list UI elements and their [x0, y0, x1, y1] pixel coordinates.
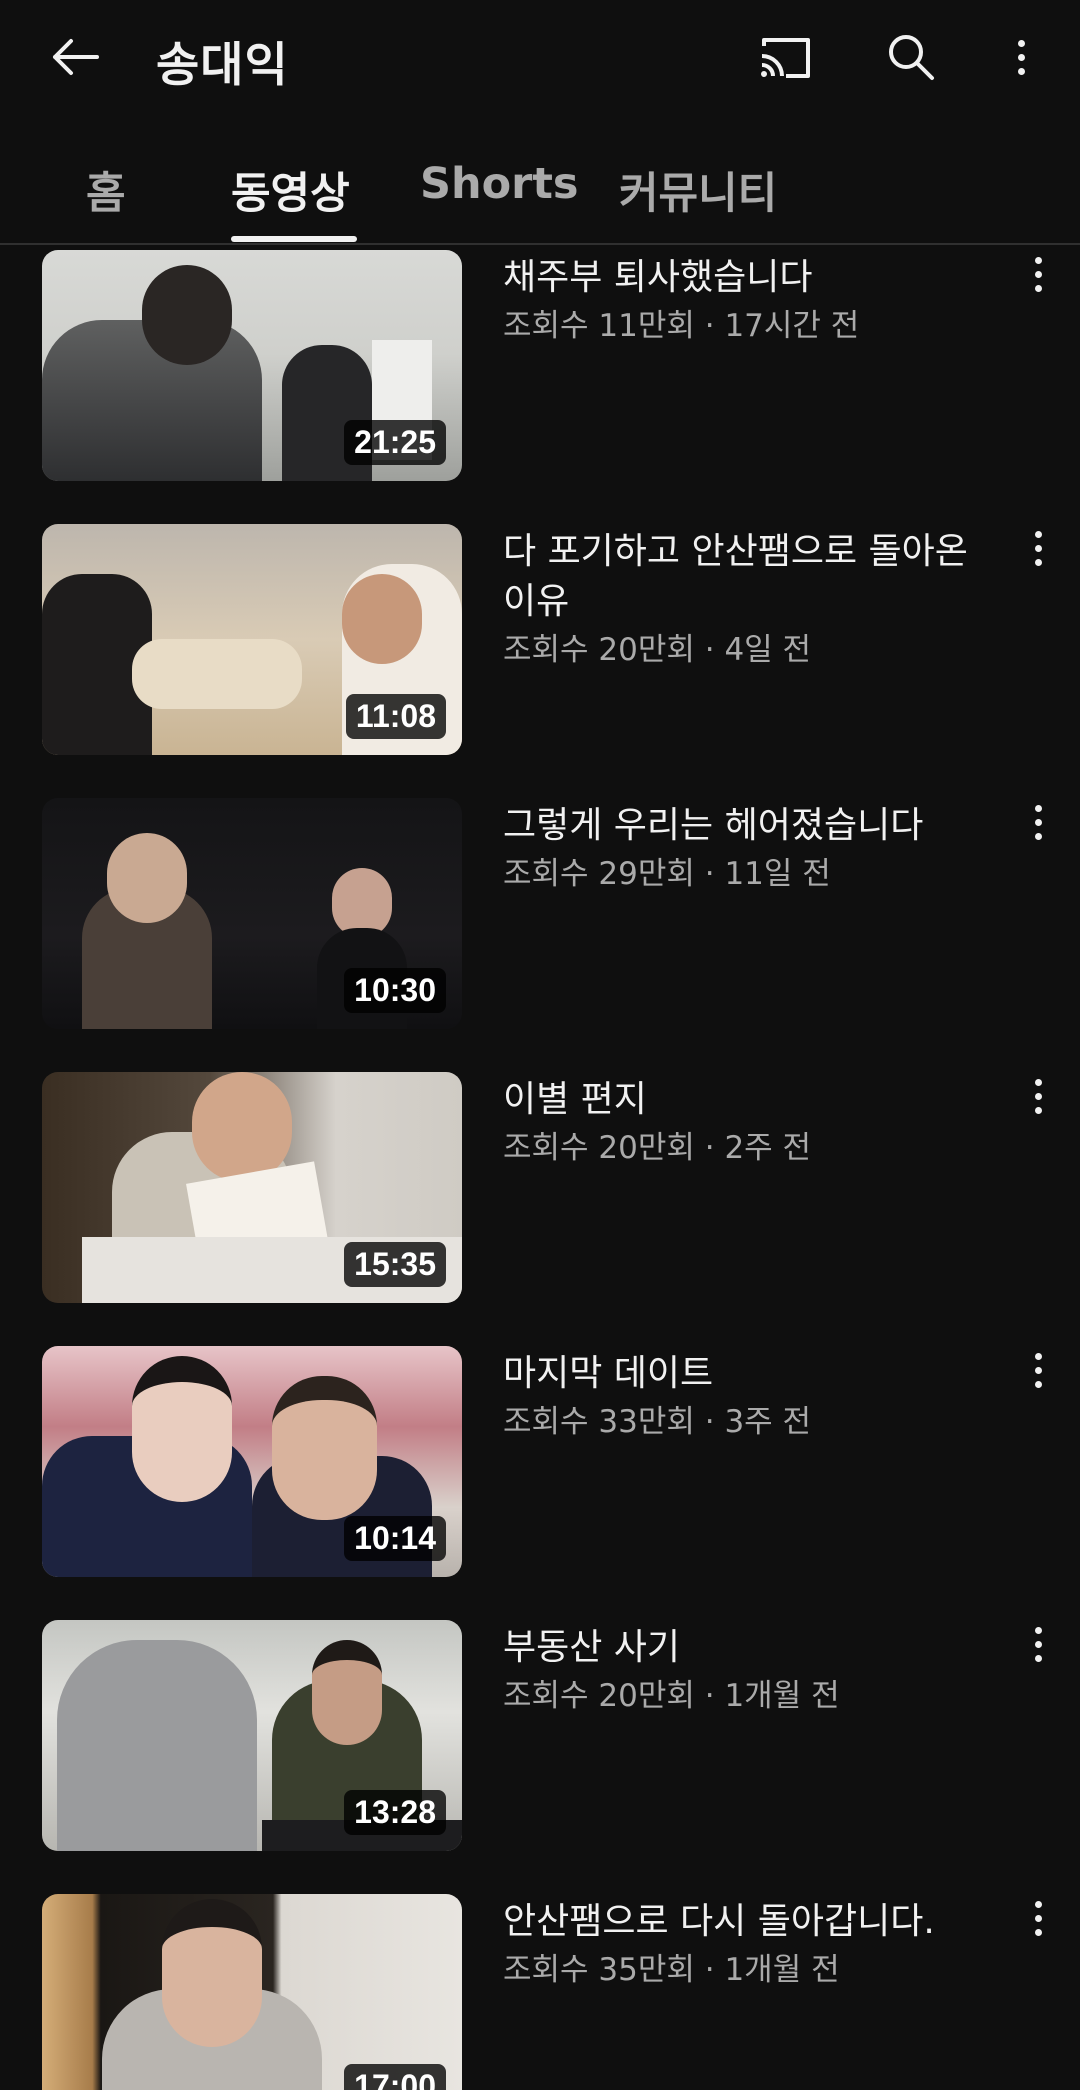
video-thumbnail[interactable]: 10:14: [42, 1346, 462, 1577]
video-thumbnail[interactable]: 15:35: [42, 1072, 462, 1303]
list-item[interactable]: 17:00 안산팸으로 다시 돌아갑니다. 조회수 35만회 · 1개월 전: [0, 1889, 1080, 2090]
channel-title: 송대익: [156, 38, 289, 93]
video-menu-button[interactable]: [1020, 525, 1056, 571]
list-item[interactable]: 21:25 채주부 퇴사했습니다 조회수 11만회 · 17시간 전: [0, 245, 1080, 519]
search-button[interactable]: [876, 22, 946, 92]
thumbnail-figure: [132, 1356, 232, 1502]
cast-button[interactable]: [750, 22, 820, 92]
tab-home[interactable]: 홈: [86, 159, 126, 229]
video-title[interactable]: 그렇게 우리는 헤어졌습니다: [503, 801, 993, 851]
video-meta: 조회수 35만회 · 1개월 전: [503, 1952, 840, 1988]
video-title[interactable]: 채주부 퇴사했습니다: [503, 253, 993, 303]
video-duration: 13:28: [344, 1790, 446, 1835]
video-list: 21:25 채주부 퇴사했습니다 조회수 11만회 · 17시간 전 11:08…: [0, 245, 1080, 2090]
video-meta: 조회수 11만회 · 17시간 전: [503, 308, 860, 344]
video-menu-button[interactable]: [1020, 1073, 1056, 1119]
more-vert-icon: [1034, 804, 1042, 840]
video-meta: 조회수 20만회 · 1개월 전: [503, 1678, 840, 1714]
more-vert-icon: [1034, 256, 1042, 292]
cast-icon: [761, 38, 810, 78]
channel-tabs: 홈 동영상 Shorts 커뮤니티: [0, 115, 1080, 243]
more-vert-icon: [1034, 530, 1042, 566]
tab-shorts[interactable]: Shorts: [420, 159, 578, 229]
list-item[interactable]: 10:30 그렇게 우리는 헤어졌습니다 조회수 29만회 · 11일 전: [0, 793, 1080, 1067]
thumbnail-figure: [312, 1640, 382, 1745]
video-duration: 15:35: [344, 1242, 446, 1287]
more-vert-icon: [1017, 39, 1025, 75]
list-item[interactable]: 15:35 이별 편지 조회수 20만회 · 2주 전: [0, 1067, 1080, 1341]
arrow-left-icon: [53, 39, 99, 75]
video-thumbnail[interactable]: 11:08: [42, 524, 462, 755]
search-icon: [889, 35, 934, 80]
video-menu-button[interactable]: [1020, 251, 1056, 297]
more-options-button[interactable]: [986, 22, 1056, 92]
more-vert-icon: [1034, 1078, 1042, 1114]
video-menu-button[interactable]: [1020, 1895, 1056, 1941]
thumbnail-figure: [107, 833, 187, 923]
thumbnail-figure: [192, 1072, 292, 1182]
thumbnail-object: [132, 639, 302, 709]
video-duration: 21:25: [344, 420, 446, 465]
video-menu-button[interactable]: [1020, 1621, 1056, 1667]
top-app-bar: 송대익: [0, 0, 1080, 115]
tab-videos[interactable]: 동영상: [231, 159, 350, 229]
video-duration: 10:14: [344, 1516, 446, 1561]
video-menu-button[interactable]: [1020, 1347, 1056, 1393]
video-duration: 11:08: [345, 694, 446, 739]
thumbnail-figure: [342, 574, 422, 664]
tab-community[interactable]: 커뮤니티: [619, 159, 777, 229]
video-thumbnail[interactable]: 21:25: [42, 250, 462, 481]
thumbnail-figure: [57, 1640, 257, 1851]
video-thumbnail[interactable]: 13:28: [42, 1620, 462, 1851]
video-title[interactable]: 안산팸으로 다시 돌아갑니다.: [503, 1897, 993, 1947]
list-item[interactable]: 11:08 다 포기하고 안산팸으로 돌아온 이유 조회수 20만회 · 4일 …: [0, 519, 1080, 793]
thumbnail-figure: [272, 1376, 377, 1520]
list-item[interactable]: 13:28 부동산 사기 조회수 20만회 · 1개월 전: [0, 1615, 1080, 1889]
video-meta: 조회수 20만회 · 2주 전: [503, 1130, 812, 1166]
more-vert-icon: [1034, 1352, 1042, 1388]
video-duration: 17:00: [344, 2064, 446, 2090]
video-meta: 조회수 29만회 · 11일 전: [503, 856, 831, 892]
video-thumbnail[interactable]: 17:00: [42, 1894, 462, 2090]
video-duration: 10:30: [344, 968, 446, 1013]
more-vert-icon: [1034, 1900, 1042, 1936]
active-tab-indicator: [231, 236, 357, 242]
video-title[interactable]: 마지막 데이트: [503, 1349, 993, 1399]
video-menu-button[interactable]: [1020, 799, 1056, 845]
video-title[interactable]: 이별 편지: [503, 1075, 993, 1125]
back-button[interactable]: [40, 22, 110, 92]
video-thumbnail[interactable]: 10:30: [42, 798, 462, 1029]
list-item[interactable]: 10:14 마지막 데이트 조회수 33만회 · 3주 전: [0, 1341, 1080, 1615]
video-title[interactable]: 부동산 사기: [503, 1623, 993, 1673]
thumbnail-figure: [142, 265, 232, 365]
video-title[interactable]: 다 포기하고 안산팸으로 돌아온 이유: [503, 527, 993, 627]
thumbnail-figure: [162, 1899, 262, 2047]
video-meta: 조회수 20만회 · 4일 전: [503, 632, 812, 668]
more-vert-icon: [1034, 1626, 1042, 1662]
video-meta: 조회수 33만회 · 3주 전: [503, 1404, 812, 1440]
